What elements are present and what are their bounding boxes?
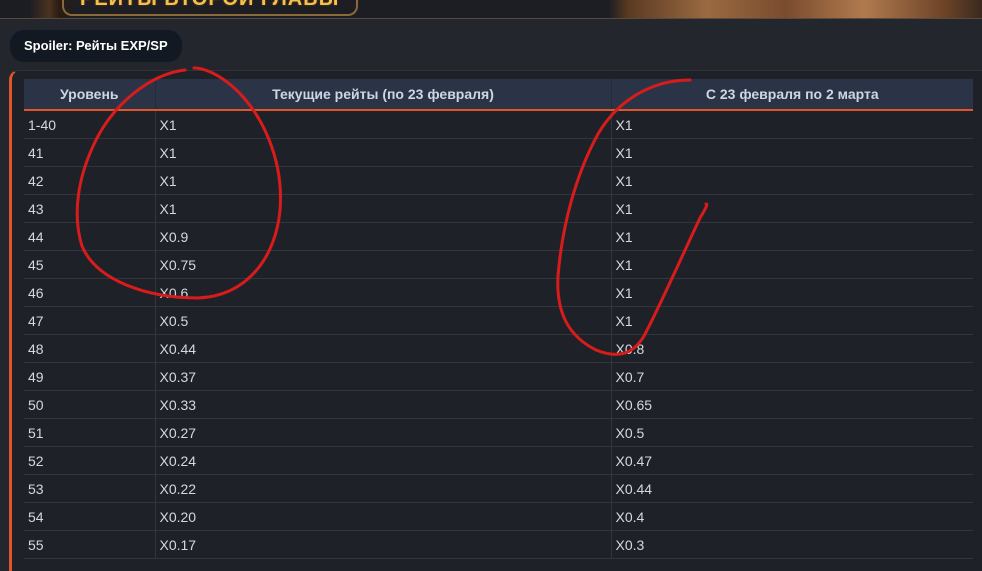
table-row: 50 X0.33 X0.65 — [24, 390, 973, 419]
level-cell: 45 — [24, 250, 155, 279]
level-cell: 54 — [24, 502, 155, 531]
column-header-new-rates: С 23 февраля по 2 марта — [610, 79, 973, 111]
current-rate-cell: X1 — [154, 194, 611, 223]
current-rate-cell: X1 — [154, 110, 611, 139]
new-rate-cell: X1 — [610, 138, 973, 167]
table-row: 44 X0.9 X1 — [24, 222, 973, 251]
table-row: 42 X1 X1 — [24, 166, 973, 195]
table-row: 51 X0.27 X0.5 — [24, 418, 973, 447]
new-rate-cell: X1 — [610, 222, 973, 251]
level-cell: 46 — [24, 278, 155, 307]
new-rate-cell: X1 — [610, 306, 973, 335]
level-cell: 50 — [24, 390, 155, 419]
table-row: 48 X0.44 X0.8 — [24, 334, 973, 363]
new-rate-cell: X1 — [610, 278, 973, 307]
current-rate-cell: X0.5 — [154, 306, 611, 335]
current-rate-cell: X0.37 — [154, 362, 611, 391]
level-cell: 51 — [24, 418, 155, 447]
new-rate-cell: X0.3 — [610, 530, 973, 559]
level-cell: 48 — [24, 334, 155, 363]
current-rate-cell: X1 — [154, 138, 611, 167]
table-row: 1-40 X1 X1 — [24, 110, 973, 139]
level-cell: 43 — [24, 194, 155, 223]
table-row: 53 X0.22 X0.44 — [24, 474, 973, 503]
level-cell: 41 — [24, 138, 155, 167]
table-row: 55 X0.17 X0.3 — [24, 530, 973, 559]
current-rate-cell: X0.44 — [154, 334, 611, 363]
column-header-level: Уровень — [24, 79, 155, 111]
level-cell: 42 — [24, 166, 155, 195]
current-rate-cell: X0.20 — [154, 502, 611, 531]
current-rate-cell: X0.9 — [154, 222, 611, 251]
spoiler-toggle-button[interactable]: Spoiler: Рейты EXP/SP — [10, 30, 182, 62]
table-row: 52 X0.24 X0.47 — [24, 446, 973, 475]
level-cell: 55 — [24, 530, 155, 559]
rates-table: Уровень Текущие рейты (по 23 февраля) С … — [24, 79, 973, 559]
current-rate-cell: X0.75 — [154, 250, 611, 279]
current-rate-cell: X0.33 — [154, 390, 611, 419]
table-row: 46 X0.6 X1 — [24, 278, 973, 307]
level-cell: 44 — [24, 222, 155, 251]
level-cell: 52 — [24, 446, 155, 475]
new-rate-cell: X1 — [610, 166, 973, 195]
column-header-current-rates: Текущие рейты (по 23 февраля) — [154, 79, 611, 111]
new-rate-cell: X0.44 — [610, 474, 973, 503]
new-rate-cell: X1 — [610, 110, 973, 139]
new-rate-cell: X1 — [610, 194, 973, 223]
header-banner: РЕЙТЫ ВТОРОЙ ГЛАВЫ — [0, 0, 982, 19]
level-cell: 53 — [24, 474, 155, 503]
table-header-row: Уровень Текущие рейты (по 23 февраля) С … — [24, 79, 973, 111]
level-cell: 1-40 — [24, 110, 155, 139]
current-rate-cell: X0.22 — [154, 474, 611, 503]
new-rate-cell: X0.4 — [610, 502, 973, 531]
current-rate-cell: X1 — [154, 166, 611, 195]
current-rate-cell: X0.17 — [154, 530, 611, 559]
current-rate-cell: X0.27 — [154, 418, 611, 447]
level-cell: 47 — [24, 306, 155, 335]
banner-title: РЕЙТЫ ВТОРОЙ ГЛАВЫ — [80, 0, 339, 9]
new-rate-cell: X0.65 — [610, 390, 973, 419]
table-row: 45 X0.75 X1 — [24, 250, 973, 279]
table-row: 43 X1 X1 — [24, 194, 973, 223]
level-cell: 49 — [24, 362, 155, 391]
current-rate-cell: X0.24 — [154, 446, 611, 475]
new-rate-cell: X0.47 — [610, 446, 973, 475]
new-rate-cell: X0.8 — [610, 334, 973, 363]
new-rate-cell: X1 — [610, 250, 973, 279]
table-row: 49 X0.37 X0.7 — [24, 362, 973, 391]
table-row: 47 X0.5 X1 — [24, 306, 973, 335]
table-row: 54 X0.20 X0.4 — [24, 502, 973, 531]
current-rate-cell: X0.6 — [154, 278, 611, 307]
new-rate-cell: X0.7 — [610, 362, 973, 391]
new-rate-cell: X0.5 — [610, 418, 973, 447]
table-row: 41 X1 X1 — [24, 138, 973, 167]
